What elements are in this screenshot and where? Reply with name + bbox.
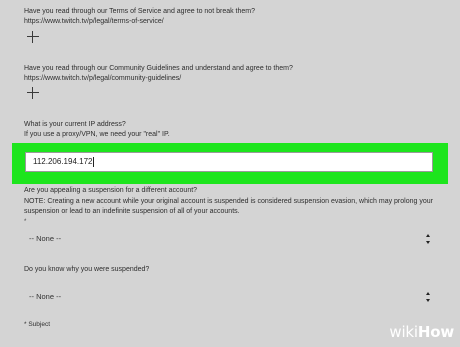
suspension-other-selected: -- None -- bbox=[29, 234, 62, 243]
guidelines-link[interactable]: https://www.twitch.tv/p/legal/community-… bbox=[24, 74, 181, 84]
tos-expand-plus-icon[interactable] bbox=[27, 31, 39, 43]
suspension-other-select[interactable]: -- None -- bbox=[24, 231, 436, 247]
required-mark: * bbox=[24, 219, 27, 225]
ip-address-value: 112.206.194.172 bbox=[33, 157, 93, 166]
suspension-reason-question: Do you know why you were suspended? bbox=[24, 266, 150, 273]
text-caret bbox=[93, 156, 95, 167]
subject-label: * Subject bbox=[24, 321, 51, 328]
tos-question: Have you read through our Terms of Servi… bbox=[24, 8, 256, 15]
suspension-note-line-2: suspension or lead to an indefinite susp… bbox=[24, 208, 240, 215]
guidelines-expand-plus-icon[interactable] bbox=[27, 87, 39, 99]
suspension-note-line-1: NOTE: Creating a new account while your … bbox=[24, 198, 433, 205]
select-updown-icon bbox=[426, 234, 432, 244]
suspension-reason-selected: -- None -- bbox=[29, 292, 62, 301]
select-updown-icon bbox=[426, 292, 432, 302]
watermark-how: How bbox=[417, 323, 454, 341]
ip-question: What is your current IP address? bbox=[24, 121, 126, 128]
tos-link[interactable]: https://www.twitch.tv/p/legal/terms-of-s… bbox=[24, 17, 164, 27]
suspension-other-question: Are you appealing a suspension for a dif… bbox=[24, 187, 198, 194]
watermark-wiki: wiki bbox=[389, 323, 418, 341]
wikihow-watermark: wikiHow bbox=[389, 323, 454, 341]
suspension-reason-select[interactable]: -- None -- bbox=[24, 289, 436, 305]
ip-address-input[interactable]: 112.206.194.172 bbox=[25, 152, 433, 172]
ip-hint: If you use a proxy/VPN, we need your "re… bbox=[24, 131, 170, 138]
guidelines-question: Have you read through our Community Guid… bbox=[24, 65, 293, 72]
